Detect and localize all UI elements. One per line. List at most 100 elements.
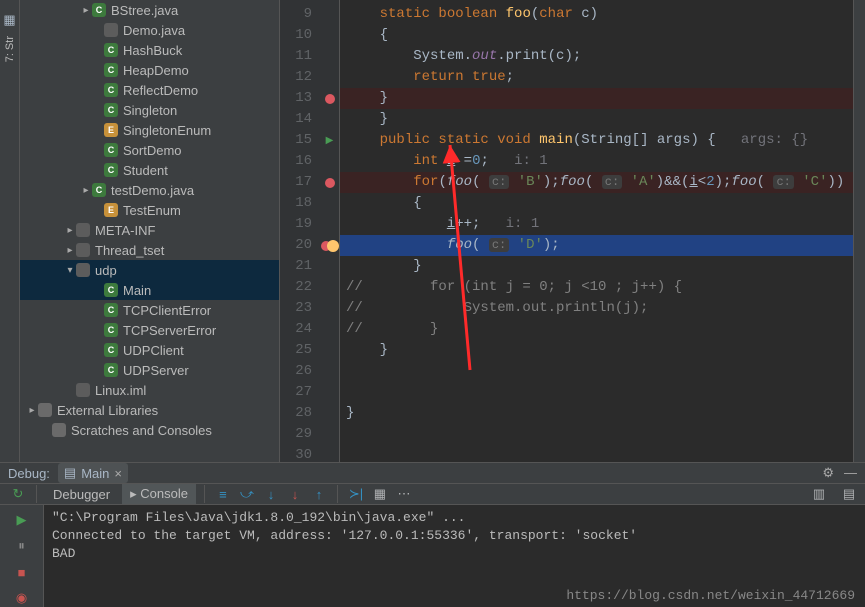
step-into-icon[interactable]: ↓ bbox=[261, 484, 281, 504]
tree-item-bstree-java[interactable]: ▸CBStree.java bbox=[20, 0, 279, 20]
tree-item-sortdemo[interactable]: CSortDemo bbox=[20, 140, 279, 160]
left-tool-strip[interactable]: ▦ 7: Str bbox=[0, 0, 20, 462]
code-line[interactable]: i++; i: 1 bbox=[340, 214, 853, 235]
tree-item-udpserver[interactable]: CUDPServer bbox=[20, 360, 279, 380]
tree-item-thread-tset[interactable]: ▸Thread_tset bbox=[20, 240, 279, 260]
pause-icon[interactable]: ⏸ bbox=[13, 537, 31, 555]
debug-run-config-tab[interactable]: ▤ Main × bbox=[58, 463, 128, 483]
structure-icon[interactable]: ▦ bbox=[3, 12, 15, 28]
code-line[interactable]: { bbox=[340, 25, 853, 46]
tab-debugger[interactable]: Debugger bbox=[45, 485, 118, 504]
gutter-mark-slot[interactable] bbox=[320, 340, 339, 361]
tool-label[interactable]: 7: Str bbox=[4, 36, 16, 62]
code-line[interactable] bbox=[340, 445, 853, 462]
layout-icon[interactable]: ▥ bbox=[809, 484, 829, 504]
gutter-mark-slot[interactable] bbox=[320, 403, 339, 424]
code-line[interactable]: // for (int j = 0; j <10 ; j++) { bbox=[340, 277, 853, 298]
code-line[interactable]: } bbox=[340, 403, 853, 424]
gutter-mark-slot[interactable] bbox=[320, 361, 339, 382]
tree-item-hashbuck[interactable]: CHashBuck bbox=[20, 40, 279, 60]
tree-item-tcpclienterror[interactable]: CTCPClientError bbox=[20, 300, 279, 320]
gutter-mark-slot[interactable] bbox=[320, 46, 339, 67]
tree-item-meta-inf[interactable]: ▸META-INF bbox=[20, 220, 279, 240]
intention-bulb-icon[interactable] bbox=[327, 240, 339, 252]
project-tree[interactable]: ▸CBStree.javaDemo.javaCHashBuckCHeapDemo… bbox=[20, 0, 280, 462]
step-out-icon[interactable]: ↑ bbox=[309, 484, 329, 504]
gutter-mark-slot[interactable]: ▶ bbox=[320, 130, 339, 151]
tree-item-linux-iml[interactable]: Linux.iml bbox=[20, 380, 279, 400]
code-line[interactable]: } bbox=[340, 109, 853, 130]
code-line[interactable] bbox=[340, 382, 853, 403]
rerun-icon[interactable]: ↻ bbox=[8, 484, 28, 504]
gutter-mark-slot[interactable] bbox=[320, 67, 339, 88]
close-icon[interactable]: × bbox=[114, 466, 122, 481]
evaluate-icon[interactable]: ▦ bbox=[370, 484, 390, 504]
resume-icon[interactable]: ▶ bbox=[13, 511, 31, 529]
tree-item-scratches-and-consoles[interactable]: Scratches and Consoles bbox=[20, 420, 279, 440]
gear-icon[interactable]: ⚙ bbox=[822, 465, 834, 481]
stop-icon[interactable]: ■ bbox=[13, 563, 31, 581]
more-icon[interactable]: ⋯ bbox=[394, 484, 414, 504]
code-line[interactable]: // } bbox=[340, 319, 853, 340]
breakpoint-icon[interactable] bbox=[325, 94, 335, 104]
gutter-mark-slot[interactable] bbox=[320, 277, 339, 298]
tree-item-main[interactable]: CMain bbox=[20, 280, 279, 300]
run-gutter-icon[interactable]: ▶ bbox=[326, 135, 334, 147]
gutter-mark-slot[interactable] bbox=[320, 214, 339, 235]
code-line[interactable]: for(foo( c: 'B');foo( c: 'A')&&(i<2);foo… bbox=[340, 172, 853, 193]
breakpoint-icon[interactable] bbox=[325, 178, 335, 188]
gutter-mark-slot[interactable] bbox=[320, 109, 339, 130]
gutter-mark-slot[interactable] bbox=[320, 382, 339, 403]
tab-console[interactable]: ▸ Console bbox=[122, 484, 196, 504]
gutter-mark-slot[interactable] bbox=[320, 298, 339, 319]
file-icon: C bbox=[104, 63, 118, 77]
tree-item-singleton[interactable]: CSingleton bbox=[20, 100, 279, 120]
marker-gutter[interactable]: ▶ bbox=[320, 0, 340, 462]
code-line[interactable]: { bbox=[340, 193, 853, 214]
code-line[interactable]: } bbox=[340, 340, 853, 361]
tree-item-demo-java[interactable]: Demo.java bbox=[20, 20, 279, 40]
gutter-mark-slot[interactable] bbox=[320, 88, 339, 109]
tree-item-singletonenum[interactable]: ESingletonEnum bbox=[20, 120, 279, 140]
minimize-icon[interactable]: — bbox=[844, 465, 857, 481]
tree-item-tcpservererror[interactable]: CTCPServerError bbox=[20, 320, 279, 340]
tree-item-udp[interactable]: ▾udp bbox=[20, 260, 279, 280]
code-editor[interactable]: 9101112131415161718192021222324252627282… bbox=[280, 0, 865, 462]
tree-item-testenum[interactable]: ETestEnum bbox=[20, 200, 279, 220]
gutter-mark-slot[interactable] bbox=[320, 319, 339, 340]
code-line[interactable]: foo( c: 'D'); bbox=[340, 235, 853, 256]
gutter-mark-slot[interactable] bbox=[320, 25, 339, 46]
settings-icon[interactable]: ▤ bbox=[839, 484, 859, 504]
gutter-mark-slot[interactable] bbox=[320, 445, 339, 466]
code-line[interactable]: static boolean foo(char c) bbox=[340, 4, 853, 25]
tree-item-testdemo-java[interactable]: ▸CtestDemo.java bbox=[20, 180, 279, 200]
force-step-into-icon[interactable]: ↓ bbox=[285, 484, 305, 504]
show-exec-point-icon[interactable]: ≡ bbox=[213, 484, 233, 504]
code-line[interactable]: int i =0; i: 1 bbox=[340, 151, 853, 172]
code-line[interactable]: return true; bbox=[340, 67, 853, 88]
tree-item-udpclient[interactable]: CUDPClient bbox=[20, 340, 279, 360]
gutter-mark-slot[interactable] bbox=[320, 256, 339, 277]
tree-item-student[interactable]: CStudent bbox=[20, 160, 279, 180]
code-line[interactable] bbox=[340, 424, 853, 445]
gutter-mark-slot[interactable] bbox=[320, 172, 339, 193]
gutter-mark-slot[interactable] bbox=[320, 424, 339, 445]
error-stripe[interactable] bbox=[853, 0, 865, 462]
gutter-mark-slot[interactable] bbox=[320, 193, 339, 214]
tree-item-heapdemo[interactable]: CHeapDemo bbox=[20, 60, 279, 80]
code-line[interactable]: public static void main(String[] args) {… bbox=[340, 130, 853, 151]
gutter-mark-slot[interactable] bbox=[320, 4, 339, 25]
code-line[interactable]: System.out.print(c); bbox=[340, 46, 853, 67]
gutter-mark-slot[interactable] bbox=[320, 235, 339, 256]
code-line[interactable] bbox=[340, 361, 853, 382]
tree-label: Singleton bbox=[123, 103, 177, 118]
tree-item-external-libraries[interactable]: ▸External Libraries bbox=[20, 400, 279, 420]
code-area[interactable]: static boolean foo(char c) { System.out.… bbox=[340, 0, 853, 462]
tree-item-reflectdemo[interactable]: CReflectDemo bbox=[20, 80, 279, 100]
step-over-icon[interactable]: ⤻ bbox=[237, 484, 257, 504]
run-to-cursor-icon[interactable]: ≻| bbox=[346, 484, 366, 504]
gutter-mark-slot[interactable] bbox=[320, 151, 339, 172]
code-line[interactable]: // System.out.println(j); bbox=[340, 298, 853, 319]
code-line[interactable]: } bbox=[340, 256, 853, 277]
code-line[interactable]: } bbox=[340, 88, 853, 109]
